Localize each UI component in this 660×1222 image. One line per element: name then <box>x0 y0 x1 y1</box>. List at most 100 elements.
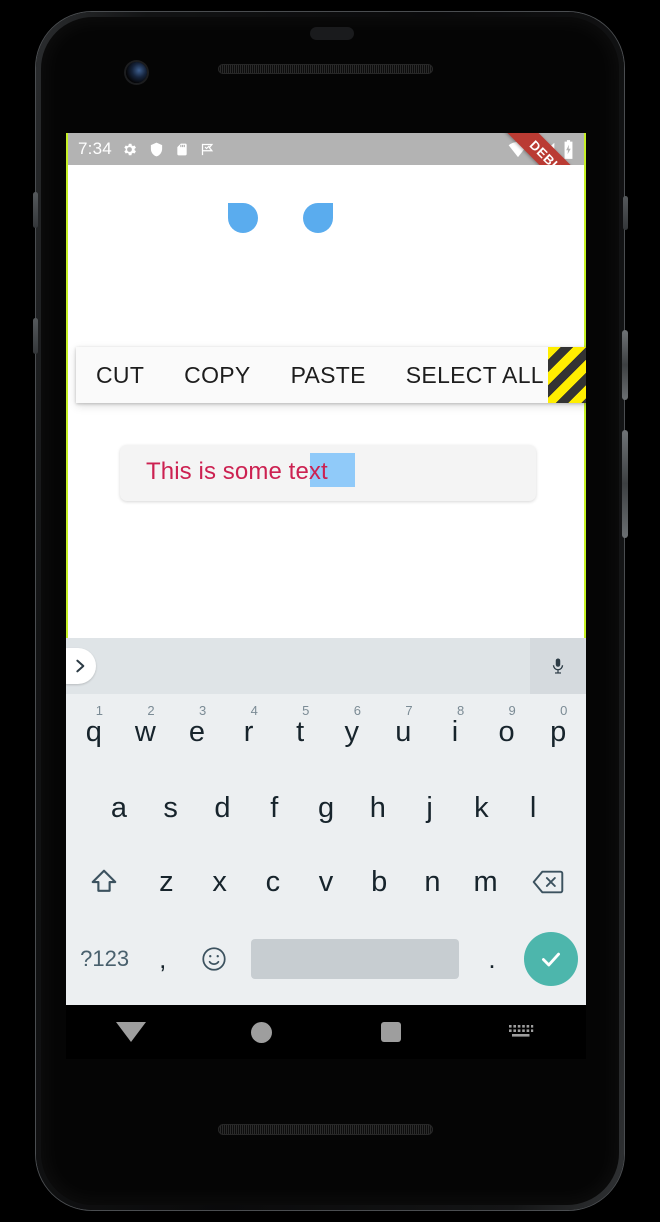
selection-handle-right[interactable] <box>303 203 333 233</box>
earpiece-speaker <box>218 64 433 74</box>
key-a[interactable]: a <box>93 771 145 845</box>
key-i[interactable]: 8i <box>429 694 481 771</box>
emoji-smiley-icon <box>202 947 226 971</box>
key-z-label: z <box>159 865 174 898</box>
key-u-number: 7 <box>405 703 413 718</box>
key-h[interactable]: h <box>352 771 404 845</box>
enter-key[interactable] <box>523 932 578 986</box>
key-n-label: n <box>424 865 441 898</box>
key-a-label: a <box>110 791 127 824</box>
nav-recents-button[interactable] <box>326 1022 456 1042</box>
key-f-label: f <box>270 791 279 824</box>
volume-button[interactable] <box>622 430 628 538</box>
battery-charging-icon <box>564 139 573 159</box>
comma-key[interactable]: , <box>139 919 186 999</box>
overflow-stripes-indicator <box>548 347 586 403</box>
key-m[interactable]: m <box>459 845 512 919</box>
nav-home-button[interactable] <box>196 1021 326 1043</box>
on-screen-keyboard: 1q 2w 3e 4r 5t 6y 7u 8i 9o 0p a s d f g … <box>66 638 586 1005</box>
key-x[interactable]: x <box>193 845 246 919</box>
spacebar-surface <box>250 939 460 979</box>
comma-key-label: , <box>159 943 167 974</box>
key-b[interactable]: b <box>353 845 406 919</box>
key-v[interactable]: v <box>299 845 352 919</box>
app-body: CUT COPY PASTE SELECT ALL This is some t… <box>68 165 586 638</box>
context-menu-item-paste[interactable]: PASTE <box>271 347 386 403</box>
selection-handle-left[interactable] <box>228 203 258 233</box>
key-j-label: j <box>426 791 433 824</box>
key-g-label: g <box>317 791 335 824</box>
nav-keyboard-switch-button[interactable] <box>456 1023 586 1041</box>
keyboard-row-1: 1q 2w 3e 4r 5t 6y 7u 8i 9o 0p <box>66 694 586 771</box>
text-before-selection: This is some <box>146 458 289 485</box>
key-c-label: c <box>265 865 281 898</box>
system-navigation-bar <box>66 1005 586 1059</box>
key-t[interactable]: 5t <box>274 694 326 771</box>
key-h-label: h <box>369 791 386 824</box>
key-k-label: k <box>474 791 489 824</box>
text-selection-context-menu: CUT COPY PASTE SELECT ALL <box>76 347 586 403</box>
power-button[interactable] <box>622 330 628 400</box>
key-q[interactable]: 1q <box>68 694 120 771</box>
context-menu-item-select-all[interactable]: SELECT ALL <box>386 347 564 403</box>
left-antenna-band-top <box>33 192 38 228</box>
phone-screen: 7:34 DEBUG CUT COPY PASTE SELECT ALL Thi… <box>66 133 586 1005</box>
home-circle-icon <box>250 1021 272 1043</box>
key-y-label: y <box>344 716 360 748</box>
key-y[interactable]: 6y <box>326 694 378 771</box>
checkmark-icon <box>541 952 560 967</box>
key-b-label: b <box>371 865 388 898</box>
key-r[interactable]: 4r <box>223 694 275 771</box>
key-s[interactable]: s <box>145 771 197 845</box>
key-w-number: 2 <box>147 703 155 718</box>
key-i-label: i <box>451 716 459 748</box>
text-input-field[interactable]: This is some text <box>120 445 536 501</box>
context-menu-item-cut[interactable]: CUT <box>76 347 164 403</box>
key-e[interactable]: 3e <box>171 694 223 771</box>
left-antenna-band-bottom <box>33 318 38 354</box>
period-key[interactable]: . <box>469 919 516 999</box>
key-k[interactable]: k <box>455 771 507 845</box>
key-d[interactable]: d <box>197 771 249 845</box>
gear-icon <box>124 143 136 155</box>
key-z[interactable]: z <box>140 845 193 919</box>
flag-check-icon <box>201 143 214 155</box>
key-f[interactable]: f <box>248 771 300 845</box>
chevron-right-icon[interactable] <box>66 648 96 684</box>
nav-back-button[interactable] <box>66 1022 196 1042</box>
proximity-sensor-slot <box>310 27 354 40</box>
key-j[interactable]: j <box>404 771 456 845</box>
key-p-number: 0 <box>560 703 568 718</box>
backspace-key[interactable] <box>512 845 584 919</box>
key-u[interactable]: 7u <box>378 694 430 771</box>
key-e-number: 3 <box>198 703 207 718</box>
right-antenna-band <box>623 196 628 230</box>
key-i-number: 8 <box>456 703 465 718</box>
symbols-key[interactable]: ?123 <box>70 919 139 999</box>
backspace-icon <box>532 870 564 894</box>
key-t-label: t <box>296 716 305 748</box>
context-menu-item-copy[interactable]: COPY <box>164 347 270 403</box>
key-c[interactable]: c <box>246 845 299 919</box>
selected-text: text <box>288 458 328 485</box>
key-o[interactable]: 9o <box>481 694 533 771</box>
key-n[interactable]: n <box>406 845 459 919</box>
key-y-number: 6 <box>353 703 361 718</box>
period-key-label: . <box>488 943 496 974</box>
status-bar-clock: 7:34 <box>78 139 112 158</box>
key-r-label: r <box>243 716 254 748</box>
space-key[interactable] <box>242 919 469 999</box>
key-q-label: q <box>85 716 102 748</box>
key-w[interactable]: 2w <box>120 694 172 771</box>
key-g[interactable]: g <box>300 771 352 845</box>
text-field-value: This is some text <box>146 458 328 486</box>
key-v-label: v <box>318 865 334 898</box>
microphone-icon[interactable] <box>530 638 586 694</box>
keyboard-row-4: ?123 , . <box>66 919 586 999</box>
back-triangle-icon <box>116 1022 146 1042</box>
key-l[interactable]: l <box>507 771 559 845</box>
key-p[interactable]: 0p <box>532 694 584 771</box>
symbols-key-label: ?123 <box>80 946 130 971</box>
shift-key[interactable] <box>68 845 140 919</box>
emoji-key[interactable] <box>186 919 241 999</box>
